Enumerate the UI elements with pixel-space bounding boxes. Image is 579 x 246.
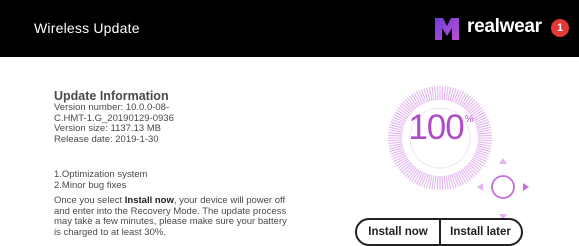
progress-tick [436, 175, 439, 190]
realwear-logo-icon [435, 18, 459, 40]
version-size: Version size: 1137.13 MB [54, 123, 162, 134]
progress-tick [443, 175, 446, 190]
progress-unit: % [464, 114, 474, 125]
progress-tick [431, 175, 435, 190]
progress-tick [445, 86, 449, 101]
version-number: Version number: 10.0.0-08- [54, 102, 170, 113]
progress-tick [434, 175, 437, 190]
update-info-details: Version number: 10.0.0-08- C.HMT-1.G_201… [54, 102, 284, 145]
release-notes: 1.Optimization system 2.Minor bug fixes [54, 169, 148, 191]
notice-text-start: Once you select [54, 195, 125, 206]
action-buttons: Install now Install later [355, 218, 523, 246]
release-date: Release date: 2019-1-30 [54, 133, 159, 145]
progress-tick [441, 175, 444, 190]
progress-tick [443, 86, 446, 101]
navigation-dpad-icon[interactable] [473, 154, 533, 224]
progress-tick [431, 86, 435, 101]
install-now-button[interactable]: Install now [357, 220, 439, 244]
release-note-item: 1.Optimization system [54, 169, 148, 180]
progress-number: 100 [408, 108, 464, 147]
progress-value: 100% [386, 108, 494, 148]
progress-tick [436, 86, 439, 101]
update-info-heading: Update Information [54, 89, 169, 103]
release-note-item: 2.Minor bug fixes [54, 179, 127, 191]
install-notice: Once you select Install now, your device… [54, 195, 289, 238]
notification-badge[interactable]: 1 [551, 19, 569, 37]
progress-tick [445, 175, 449, 190]
notice-emphasis: Install now [124, 195, 174, 206]
progress-tick [434, 86, 437, 101]
brand-name: realwear [467, 16, 542, 37]
progress-tick [441, 86, 444, 101]
top-bar: Wireless Update realwear 1 [0, 0, 579, 57]
page-title: Wireless Update [34, 20, 140, 36]
install-later-button[interactable]: Install later [440, 220, 521, 244]
